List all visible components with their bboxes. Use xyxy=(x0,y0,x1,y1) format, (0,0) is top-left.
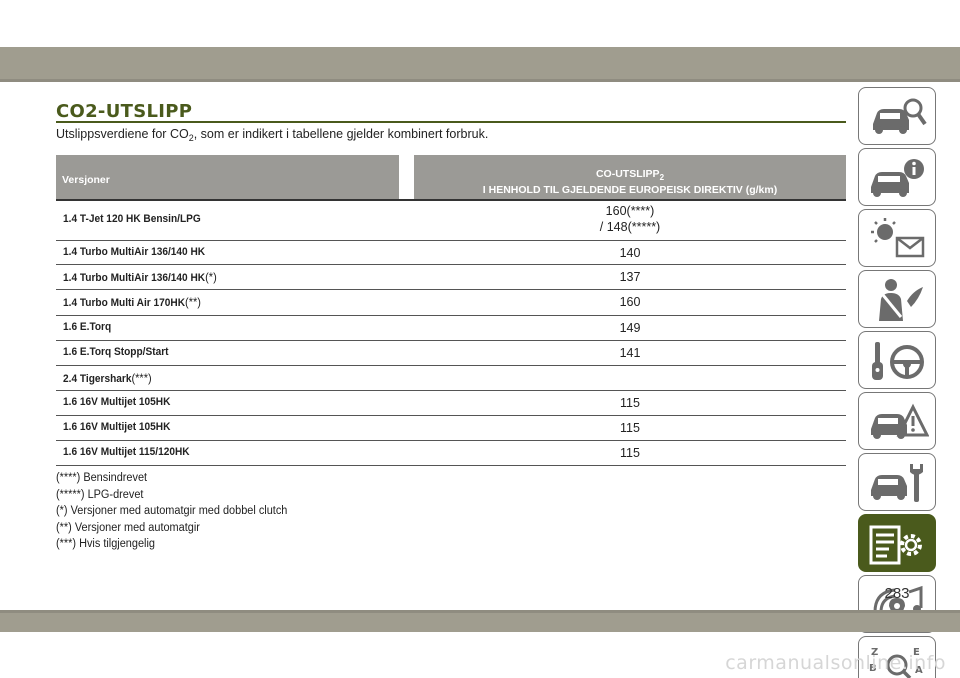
emission-value: 137 xyxy=(619,270,641,284)
table-row: 1.4 Turbo MultiAir 136/140 HK(*) 137 xyxy=(56,265,846,290)
intro-before: Utslippsverdiene for CO xyxy=(56,127,189,141)
chapter-tab-getting-to-know[interactable] xyxy=(858,87,936,145)
car-search-icon xyxy=(873,98,927,134)
version-cell: 1.6 E.Torq Stopp/Start xyxy=(63,346,169,358)
seatbelt-person-icon xyxy=(879,279,923,321)
table-row: 1.4 T-Jet 120 HK Bensin/LPG 160(****) / 14… xyxy=(56,201,846,241)
version-cell: 1.6 16V Multijet 115/120HK xyxy=(63,446,190,458)
chapter-tab-emergency[interactable] xyxy=(858,392,936,450)
version-name: 1.6 E.Torq xyxy=(63,321,112,333)
chapter-tab-servicing[interactable] xyxy=(858,453,936,511)
version-name: 1.6 16V Multijet 105HK xyxy=(63,396,171,408)
table-row: 1.4 Turbo MultiAir 136/140 HK 140 xyxy=(56,241,846,265)
version-name: 2.4 Tigershark xyxy=(63,373,132,385)
table-header-versions: Versjoner xyxy=(56,155,399,199)
emission-value-cell: 149 xyxy=(414,320,846,336)
chapter-tab-starting-driving[interactable] xyxy=(858,331,936,389)
car-wrench-icon xyxy=(871,464,923,502)
page-title: CO2-UTSLIPP xyxy=(56,101,193,122)
top-band xyxy=(0,47,960,79)
emission-value-cell: 137 xyxy=(414,269,846,285)
version-cell: 1.4 Turbo MultiAir 136/140 HK(*) xyxy=(63,270,217,284)
bottom-band xyxy=(0,613,960,632)
version-cell: 2.4 Tigershark(***) xyxy=(63,371,152,385)
version-name: 1.4 T-Jet 120 HK Bensin/LPG xyxy=(63,213,201,225)
page-number: 283 xyxy=(884,585,910,602)
version-cell: 1.6 16V Multijet 105HK xyxy=(63,396,170,408)
emission-value-cell: 141 xyxy=(414,345,846,361)
footnote: (*****) LPG-drevet xyxy=(56,488,144,501)
version-cell: 1.4 Turbo MultiAir 136/140 HK xyxy=(63,246,205,258)
emission-value-cell: 115 xyxy=(414,420,846,436)
header-co-label: CO-UTSLIPP xyxy=(595,168,660,180)
footnote: (***) Hvis tilgjengelig xyxy=(56,538,155,550)
footnote: (*) Versjoner med automatgir med dobbel … xyxy=(56,505,288,517)
chapter-tab-info[interactable] xyxy=(858,148,936,206)
warning-light-message-icon xyxy=(871,218,925,258)
footnote-mark: (*) xyxy=(205,270,217,284)
chapter-tab-warning-lights[interactable] xyxy=(858,209,936,267)
emission-value: 115 xyxy=(620,421,640,435)
emission-value: 115 xyxy=(620,396,640,410)
footnote-mark: (***) xyxy=(131,371,152,385)
header-co-sub: 2 xyxy=(659,173,665,182)
emission-value-cell: 115 xyxy=(414,395,846,411)
emission-value: 160 xyxy=(619,295,641,309)
footnote: (****) Bensindrevet xyxy=(56,472,148,484)
car-breakdown-icon xyxy=(871,403,929,439)
version-name: 1.4 Turbo MultiAir 136/140 HK xyxy=(63,246,206,258)
footnote-mark: (**) xyxy=(185,295,201,309)
footnotes: (****) Bensindrevet (*****) LPG-drevet (… xyxy=(56,470,287,553)
emission-value-cell: 160 xyxy=(414,294,846,310)
table-row: 1.6 E.Torq Stopp/Start 141 xyxy=(56,341,846,366)
table-row: 2.4 Tigershark(***) xyxy=(56,366,846,391)
version-name: 1.6 16V Multijet 115/120HK xyxy=(63,446,190,458)
key-steering-wheel-icon xyxy=(872,342,924,380)
title-rule xyxy=(56,121,846,123)
chapter-tab-technical-data[interactable] xyxy=(858,514,936,572)
version-name: 1.4 Turbo MultiAir 136/140 HK xyxy=(63,272,206,284)
emission-value-cell: 115 xyxy=(414,445,846,461)
header-directive-label: I HENHOLD TIL GJELDENDE EUROPEISK DIREKT… xyxy=(482,184,778,196)
emission-value: 149 xyxy=(619,321,641,335)
table-row: 1.6 16V Multijet 105HK 115 xyxy=(56,416,846,441)
version-cell: 1.4 T-Jet 120 HK Bensin/LPG xyxy=(63,213,201,225)
emission-value: 141 xyxy=(619,346,641,360)
emission-value: 115 xyxy=(620,446,640,460)
version-cell: 1.6 E.Torq xyxy=(63,321,111,333)
version-name: 1.6 E.Torq Stopp/Start xyxy=(63,346,169,358)
watermark: carmanualsonline.info xyxy=(725,652,946,674)
emission-value-cell: 140 xyxy=(414,245,846,261)
emission-value: 140 xyxy=(619,246,641,260)
list-gear-icon xyxy=(869,525,922,565)
top-band-line xyxy=(0,79,960,82)
table-row: 1.6 E.Torq 149 xyxy=(56,316,846,341)
table-row: 1.6 16V Multijet 115/120HK 115 xyxy=(56,441,846,466)
table-row: 1.4 Turbo Multi Air 170HK(**) 160 xyxy=(56,290,846,316)
car-info-icon xyxy=(871,159,924,197)
version-cell: 1.6 16V Multijet 105HK xyxy=(63,421,170,433)
version-name: 1.6 16V Multijet 105HK xyxy=(63,421,171,433)
table-row: 1.6 16V Multijet 105HK 115 xyxy=(56,391,846,416)
emission-value-lpg: / 148(*****) xyxy=(599,220,661,234)
version-name: 1.4 Turbo Multi Air 170HK xyxy=(63,297,186,309)
emission-value: 160(****) xyxy=(605,204,655,218)
intro-text: Utslippsverdiene for CO2, som er indiker… xyxy=(56,127,488,143)
intro-after: , som er indikert i tabellene gjelder ko… xyxy=(193,127,489,141)
footnote: (**) Versjoner med automatgir xyxy=(56,521,200,534)
emission-value-cell: 160(****) / 148(*****) xyxy=(414,203,846,235)
table-header-emissions: CO-UTSLIPP2 I HENHOLD TIL GJELDENDE EURO… xyxy=(414,155,846,199)
version-cell: 1.4 Turbo Multi Air 170HK(**) xyxy=(63,295,201,309)
chapter-tab-safety[interactable] xyxy=(858,270,936,328)
